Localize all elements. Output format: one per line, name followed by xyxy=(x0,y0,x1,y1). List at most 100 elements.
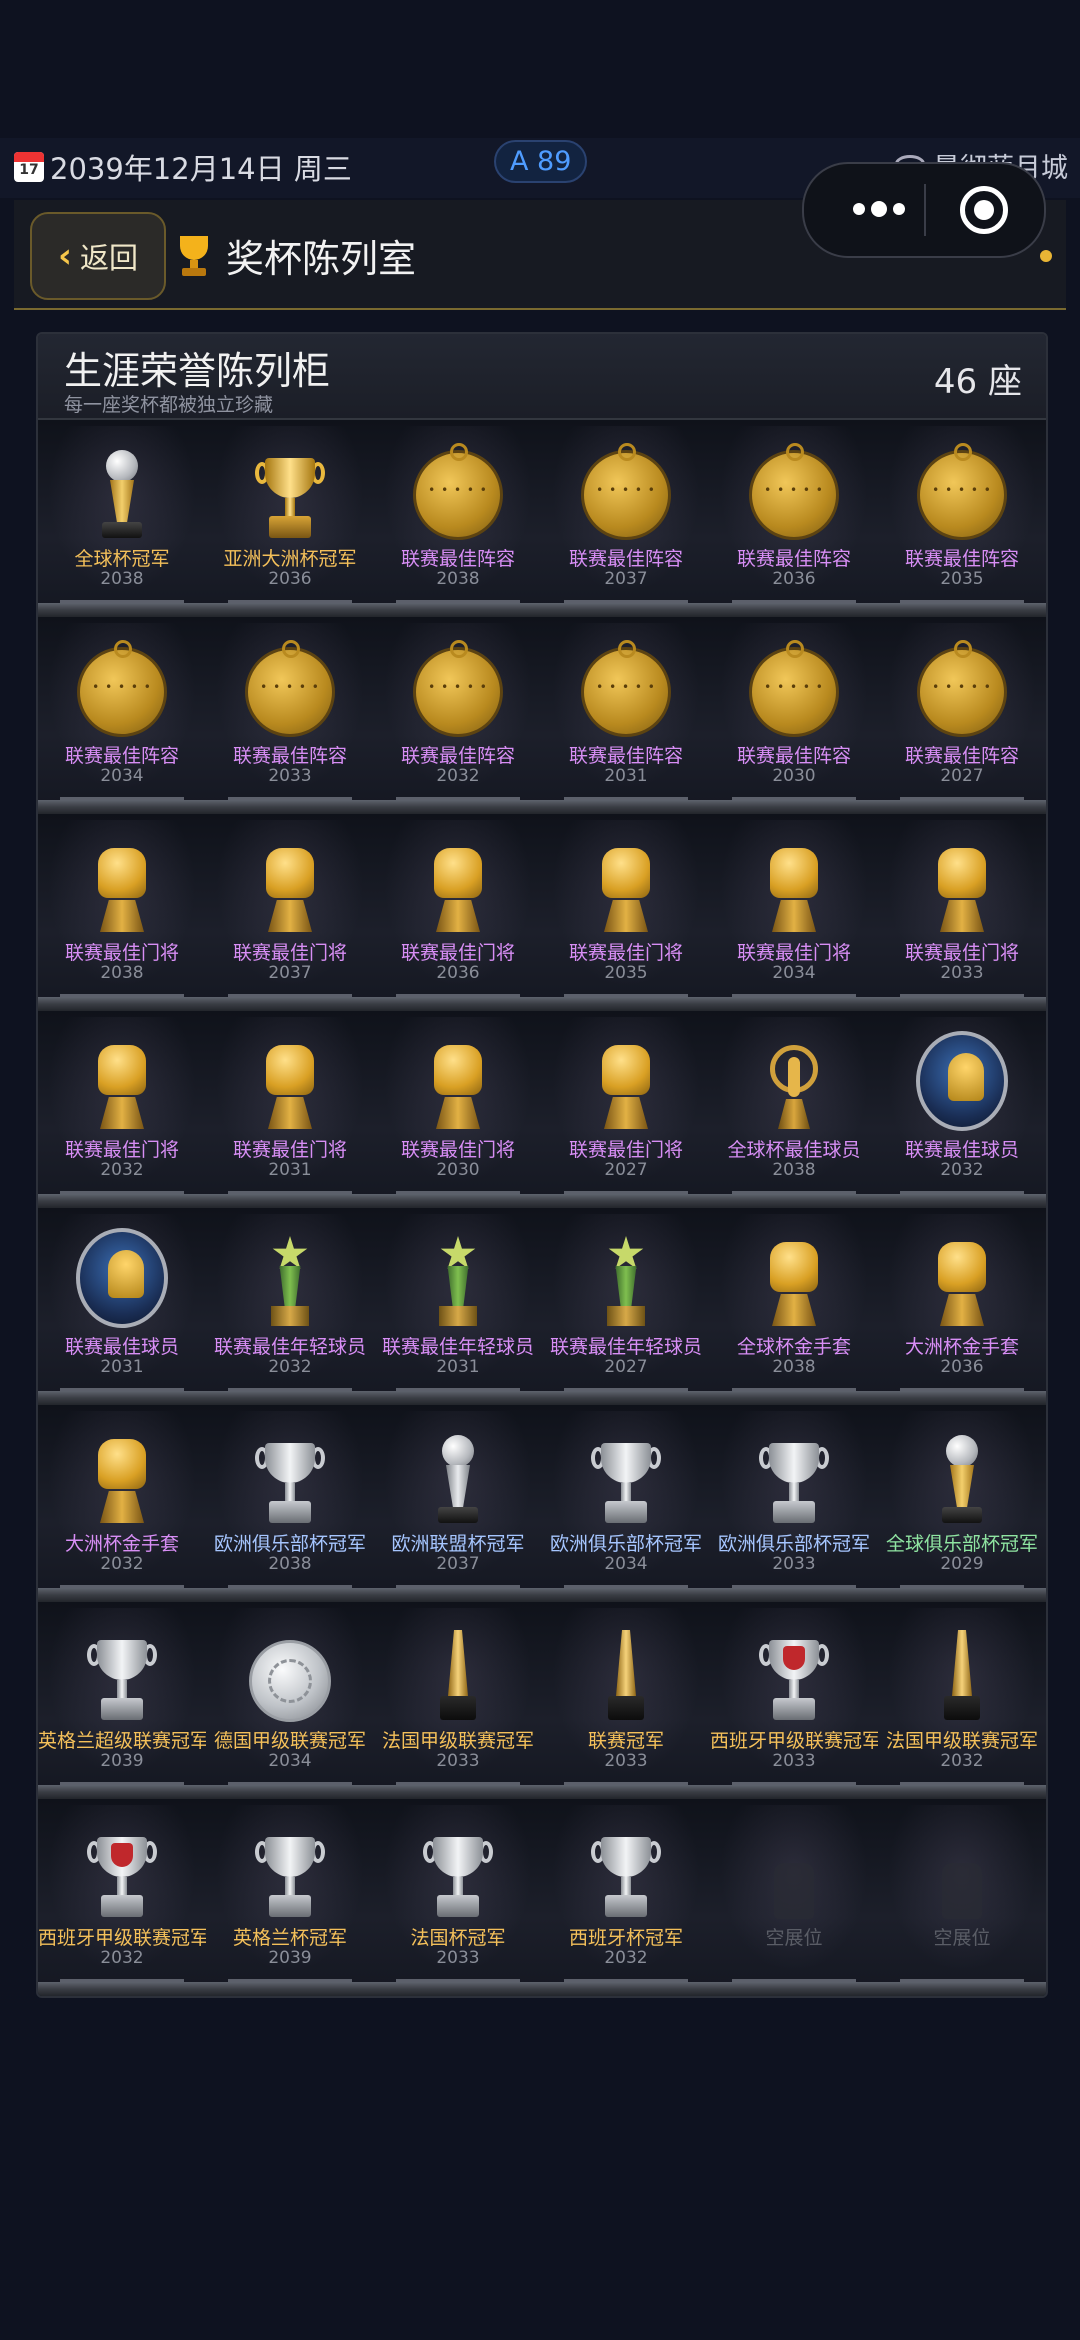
trophy-slot[interactable]: 全球杯最佳球员 2038 xyxy=(710,1011,878,1194)
trophy-slot[interactable]: 联赛最佳阵容2032 xyxy=(374,617,542,800)
trophy-cabinet: 生涯荣誉陈列柜 每一座奖杯都被独立珍藏 46 座 全球杯冠军 2038 亚洲大洲杯冠… xyxy=(36,332,1048,1998)
trophy-slot[interactable]: 联赛最佳阵容2030 xyxy=(710,617,878,800)
trophy-year: 2033 xyxy=(436,1751,480,1771)
trophy-slot[interactable]: 法国甲级联赛冠军 2032 xyxy=(878,1602,1046,1785)
trophy-year: 2032 xyxy=(604,1948,648,1968)
trophy-slot[interactable]: 联赛最佳阵容2037 xyxy=(542,420,710,603)
miniapp-capsule xyxy=(802,162,1046,258)
trophy-year: 2027 xyxy=(940,766,984,786)
shelf-board xyxy=(38,1588,1046,1602)
trophy-slot[interactable]: 联赛最佳门将 2037 xyxy=(206,814,374,997)
trophy-name: 联赛最佳阵容 xyxy=(232,745,347,767)
trophy-year: 2033 xyxy=(940,963,984,983)
trophy-slot[interactable]: 欧洲俱乐部杯冠军 2038 xyxy=(206,1405,374,1588)
trophy-year: 2039 xyxy=(268,1948,312,1968)
trophy-name: 欧洲俱乐部杯冠军 xyxy=(549,1533,702,1555)
shelf-board xyxy=(38,1391,1046,1405)
empty-slot: 空展位 xyxy=(878,1799,1046,1982)
trophy-slot[interactable]: 联赛最佳球员 2032 xyxy=(878,1011,1046,1194)
trophy-year: 2033 xyxy=(604,1751,648,1771)
back-button[interactable]: ‹ 返回 xyxy=(30,212,166,300)
shelf-row: 全球杯冠军2038亚洲大洲杯冠军2036联赛最佳阵容2038联赛最佳阵容2037… xyxy=(38,420,1046,617)
trophy-slot[interactable]: 英格兰杯冠军 2039 xyxy=(206,1799,374,1982)
close-miniapp-icon[interactable] xyxy=(960,186,1008,234)
trophy-slot[interactable]: 欧洲联盟杯冠军 2037 xyxy=(374,1405,542,1588)
trophy-slot[interactable]: 联赛最佳门将 2035 xyxy=(542,814,710,997)
globe-trophy-icon xyxy=(76,448,168,540)
gold-medal-icon xyxy=(412,443,504,540)
shelf-board xyxy=(38,1194,1046,1208)
trophy-slot[interactable]: 法国杯冠军 2033 xyxy=(374,1799,542,1982)
trophy-slot[interactable]: 联赛最佳门将 2031 xyxy=(206,1011,374,1194)
trophy-slot[interactable]: 联赛最佳门将 2033 xyxy=(878,814,1046,997)
trophy-name: 联赛最佳阵容 xyxy=(904,745,1019,767)
shelf-row: 联赛最佳门将 2038 联赛最佳门将 2037 联赛最佳门将 2036 联赛最佳门将 2035… xyxy=(38,814,1046,1011)
trophy-slot[interactable]: 大洲杯金手套 2032 xyxy=(38,1405,206,1588)
trophy-slot[interactable]: 英格兰超级联赛冠军 2039 xyxy=(38,1602,206,1785)
trophy-slot[interactable]: 联赛最佳阵容2033 xyxy=(206,617,374,800)
trophy-slot[interactable]: 联赛最佳阵容2031 xyxy=(542,617,710,800)
more-options-icon[interactable] xyxy=(824,194,934,224)
trophy-slot[interactable]: 德国甲级联赛冠军 2034 xyxy=(206,1602,374,1785)
spire-trophy-icon xyxy=(580,1630,672,1722)
trophy-slot[interactable]: 联赛最佳年轻球员 2032 xyxy=(206,1208,374,1391)
chevron-left-icon: ‹ xyxy=(57,236,72,276)
empty-slot-icon xyxy=(748,1827,840,1919)
trophy-slot[interactable]: 全球杯冠军 2038 xyxy=(38,420,206,603)
trophy-name: 欧洲俱乐部杯冠军 xyxy=(717,1533,870,1555)
trophy-slot[interactable]: 联赛最佳球员 2031 xyxy=(38,1208,206,1391)
trophy-slot[interactable]: 联赛冠军 2033 xyxy=(542,1602,710,1785)
shelf-row: 英格兰超级联赛冠军 2039 德国甲级联赛冠军 2034 法国甲级联赛冠军 2033 联赛冠… xyxy=(38,1602,1046,1799)
trophy-name: 联赛最佳门将 xyxy=(736,942,851,964)
gold-medal-icon xyxy=(916,640,1008,737)
silver-plate-icon xyxy=(244,1630,336,1722)
trophy-slot[interactable]: 西班牙杯冠军 2032 xyxy=(542,1799,710,1982)
shelf-row: 大洲杯金手套 2032 欧洲俱乐部杯冠军 2038 欧洲联盟杯冠军 2037 欧洲俱乐部杯冠… xyxy=(38,1405,1046,1602)
trophy-year: 2030 xyxy=(772,766,816,786)
trophy-name: 联赛最佳球员 xyxy=(904,1139,1019,1161)
trophy-slot[interactable]: 联赛最佳阵容2027 xyxy=(878,617,1046,800)
player-badge-icon xyxy=(76,1228,168,1328)
back-label: 返回 xyxy=(80,241,139,275)
cabinet-title: 生涯荣誉陈列柜 xyxy=(64,349,331,393)
trophy-name: 德国甲级联赛冠军 xyxy=(213,1730,366,1752)
trophy-slot[interactable]: 欧洲俱乐部杯冠军 2034 xyxy=(542,1405,710,1588)
trophy-slot[interactable]: 联赛最佳门将 2030 xyxy=(374,1011,542,1194)
trophy-name: 联赛最佳阵容 xyxy=(568,745,683,767)
trophy-slot[interactable]: 全球俱乐部杯冠军 2029 xyxy=(878,1405,1046,1588)
trophy-slot[interactable]: 联赛最佳门将 2038 xyxy=(38,814,206,997)
trophy-name: 法国甲级联赛冠军 xyxy=(885,1730,1038,1752)
trophy-slot[interactable]: 联赛最佳阵容2035 xyxy=(878,420,1046,603)
trophy-slot[interactable]: 亚洲大洲杯冠军 2036 xyxy=(206,420,374,603)
trophy-slot[interactable]: 联赛最佳门将 2032 xyxy=(38,1011,206,1194)
silver-cup-icon xyxy=(412,1827,504,1919)
trophy-slot[interactable]: 联赛最佳年轻球员 2031 xyxy=(374,1208,542,1391)
trophy-slot[interactable]: 联赛最佳年轻球员 2027 xyxy=(542,1208,710,1391)
trophy-slot[interactable]: 联赛最佳门将 2036 xyxy=(374,814,542,997)
player-badge-icon xyxy=(916,1031,1008,1131)
trophy-slot[interactable]: 联赛最佳门将 2034 xyxy=(710,814,878,997)
trophy-slot[interactable]: 联赛最佳门将 2027 xyxy=(542,1011,710,1194)
trophy-name: 全球杯最佳球员 xyxy=(727,1139,861,1161)
gold-cup-icon xyxy=(244,448,336,540)
trophy-year: 2031 xyxy=(268,1160,312,1180)
trophy-name: 联赛最佳球员 xyxy=(64,1336,179,1358)
trophy-slot[interactable]: 全球杯金手套 2038 xyxy=(710,1208,878,1391)
trophy-slot[interactable]: 西班牙甲级联赛冠军 2032 xyxy=(38,1799,206,1982)
trophy-name: 全球杯金手套 xyxy=(736,1336,851,1358)
trophy-slot[interactable]: 联赛最佳阵容2036 xyxy=(710,420,878,603)
trophy-year: 2034 xyxy=(604,1554,648,1574)
trophy-slot[interactable]: 欧洲俱乐部杯冠军 2033 xyxy=(710,1405,878,1588)
gold-medal-icon xyxy=(580,640,672,737)
golden-glove-icon xyxy=(916,842,1008,934)
trophy-slot[interactable]: 联赛最佳阵容2034 xyxy=(38,617,206,800)
golden-glove-icon xyxy=(748,842,840,934)
trophy-slot[interactable]: 大洲杯金手套 2036 xyxy=(878,1208,1046,1391)
trophy-slot[interactable]: 法国甲级联赛冠军 2033 xyxy=(374,1602,542,1785)
shelf-board xyxy=(38,603,1046,617)
trophy-slot[interactable]: 西班牙甲级联赛冠军 2033 xyxy=(710,1602,878,1785)
trophy-year: 2031 xyxy=(604,766,648,786)
gold-medal-icon xyxy=(76,640,168,737)
trophy-slot[interactable]: 联赛最佳阵容2038 xyxy=(374,420,542,603)
golden-glove-icon xyxy=(244,1039,336,1131)
